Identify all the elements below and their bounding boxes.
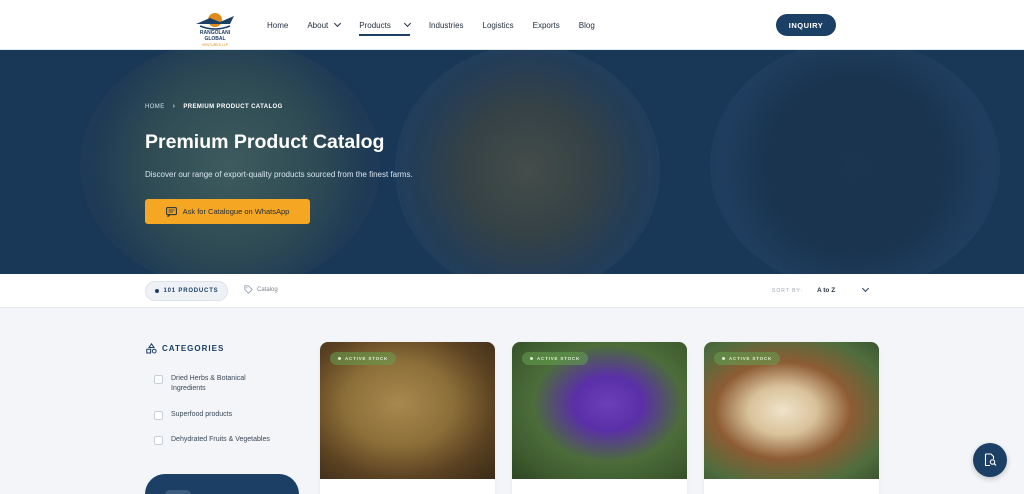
chevron-right-icon: › — [172, 103, 176, 110]
category-checkbox[interactable] — [154, 411, 163, 420]
document-search-icon — [984, 453, 996, 467]
breadcrumb-home[interactable]: HOME — [145, 104, 165, 110]
tag-icon — [244, 285, 253, 294]
dot-icon — [530, 357, 533, 360]
category-checkbox[interactable] — [154, 375, 163, 384]
stock-badge: ACTIVE STOCK — [522, 352, 589, 365]
page-title: Premium Product Catalog — [145, 131, 385, 153]
whatsapp-catalogue-button[interactable]: Ask for Catalogue on WhatsApp — [145, 199, 310, 224]
main-nav: Home About Products Industries Logistics… — [267, 0, 614, 50]
category-item[interactable]: Dehydrated Fruits & Vegetables — [154, 435, 270, 445]
product-card[interactable]: ACTIVE STOCK — [320, 342, 495, 494]
hero-banner: HOME › PREMIUM PRODUCT CATALOG Premium P… — [0, 50, 1024, 274]
product-card[interactable]: ACTIVE STOCK — [704, 342, 879, 494]
promo-icon — [165, 490, 191, 494]
chevron-down-icon — [403, 19, 411, 28]
dot-icon — [154, 289, 159, 293]
nav-exports[interactable]: Exports — [533, 0, 560, 50]
product-count-badge: 101 PRODUCTS — [145, 281, 228, 301]
chevron-down-icon — [334, 19, 342, 28]
chevron-down-icon[interactable] — [861, 284, 870, 293]
categories-heading: CATEGORIES — [146, 343, 224, 354]
category-item[interactable]: Dried Herbs & Botanical Ingredients — [154, 374, 271, 394]
nav-logistics[interactable]: Logistics — [483, 0, 514, 50]
dot-icon — [338, 357, 341, 360]
nav-products[interactable]: Products — [359, 0, 411, 50]
sort-select[interactable]: A to Z — [817, 287, 835, 294]
nav-about[interactable]: About — [307, 0, 342, 50]
hero-overlay — [0, 50, 1024, 274]
shapes-icon — [146, 343, 157, 354]
catalog-search-fab[interactable] — [973, 443, 1007, 477]
sort-label: SORT BY: — [772, 288, 803, 294]
category-item[interactable]: Superfood products — [154, 410, 232, 420]
catalog-tag[interactable]: Catalog — [244, 285, 278, 294]
site-header: RANGOLANI GLOBAL VENTURES LLP Home About… — [0, 0, 1024, 50]
sidebar-promo-card[interactable] — [145, 474, 299, 494]
breadcrumb: HOME › PREMIUM PRODUCT CATALOG — [145, 103, 283, 110]
stock-badge: ACTIVE STOCK — [714, 352, 781, 365]
nav-home[interactable]: Home — [267, 0, 288, 50]
filter-bar: 101 PRODUCTS Catalog SORT BY: A to Z — [0, 274, 1024, 308]
breadcrumb-current: PREMIUM PRODUCT CATALOG — [183, 103, 283, 110]
dot-icon — [722, 357, 725, 360]
brand-name: RANGOLANI GLOBAL VENTURES LLP — [199, 30, 231, 47]
inquiry-button[interactable]: INQUIRY — [776, 14, 836, 36]
nav-blog[interactable]: Blog — [579, 0, 595, 50]
message-icon — [165, 206, 177, 217]
category-checkbox[interactable] — [154, 436, 163, 445]
product-card[interactable]: ACTIVE STOCK — [512, 342, 687, 494]
nav-industries[interactable]: Industries — [429, 0, 464, 50]
stock-badge: ACTIVE STOCK — [330, 352, 397, 365]
page-subtitle: Discover our range of export-quality pro… — [145, 170, 413, 179]
